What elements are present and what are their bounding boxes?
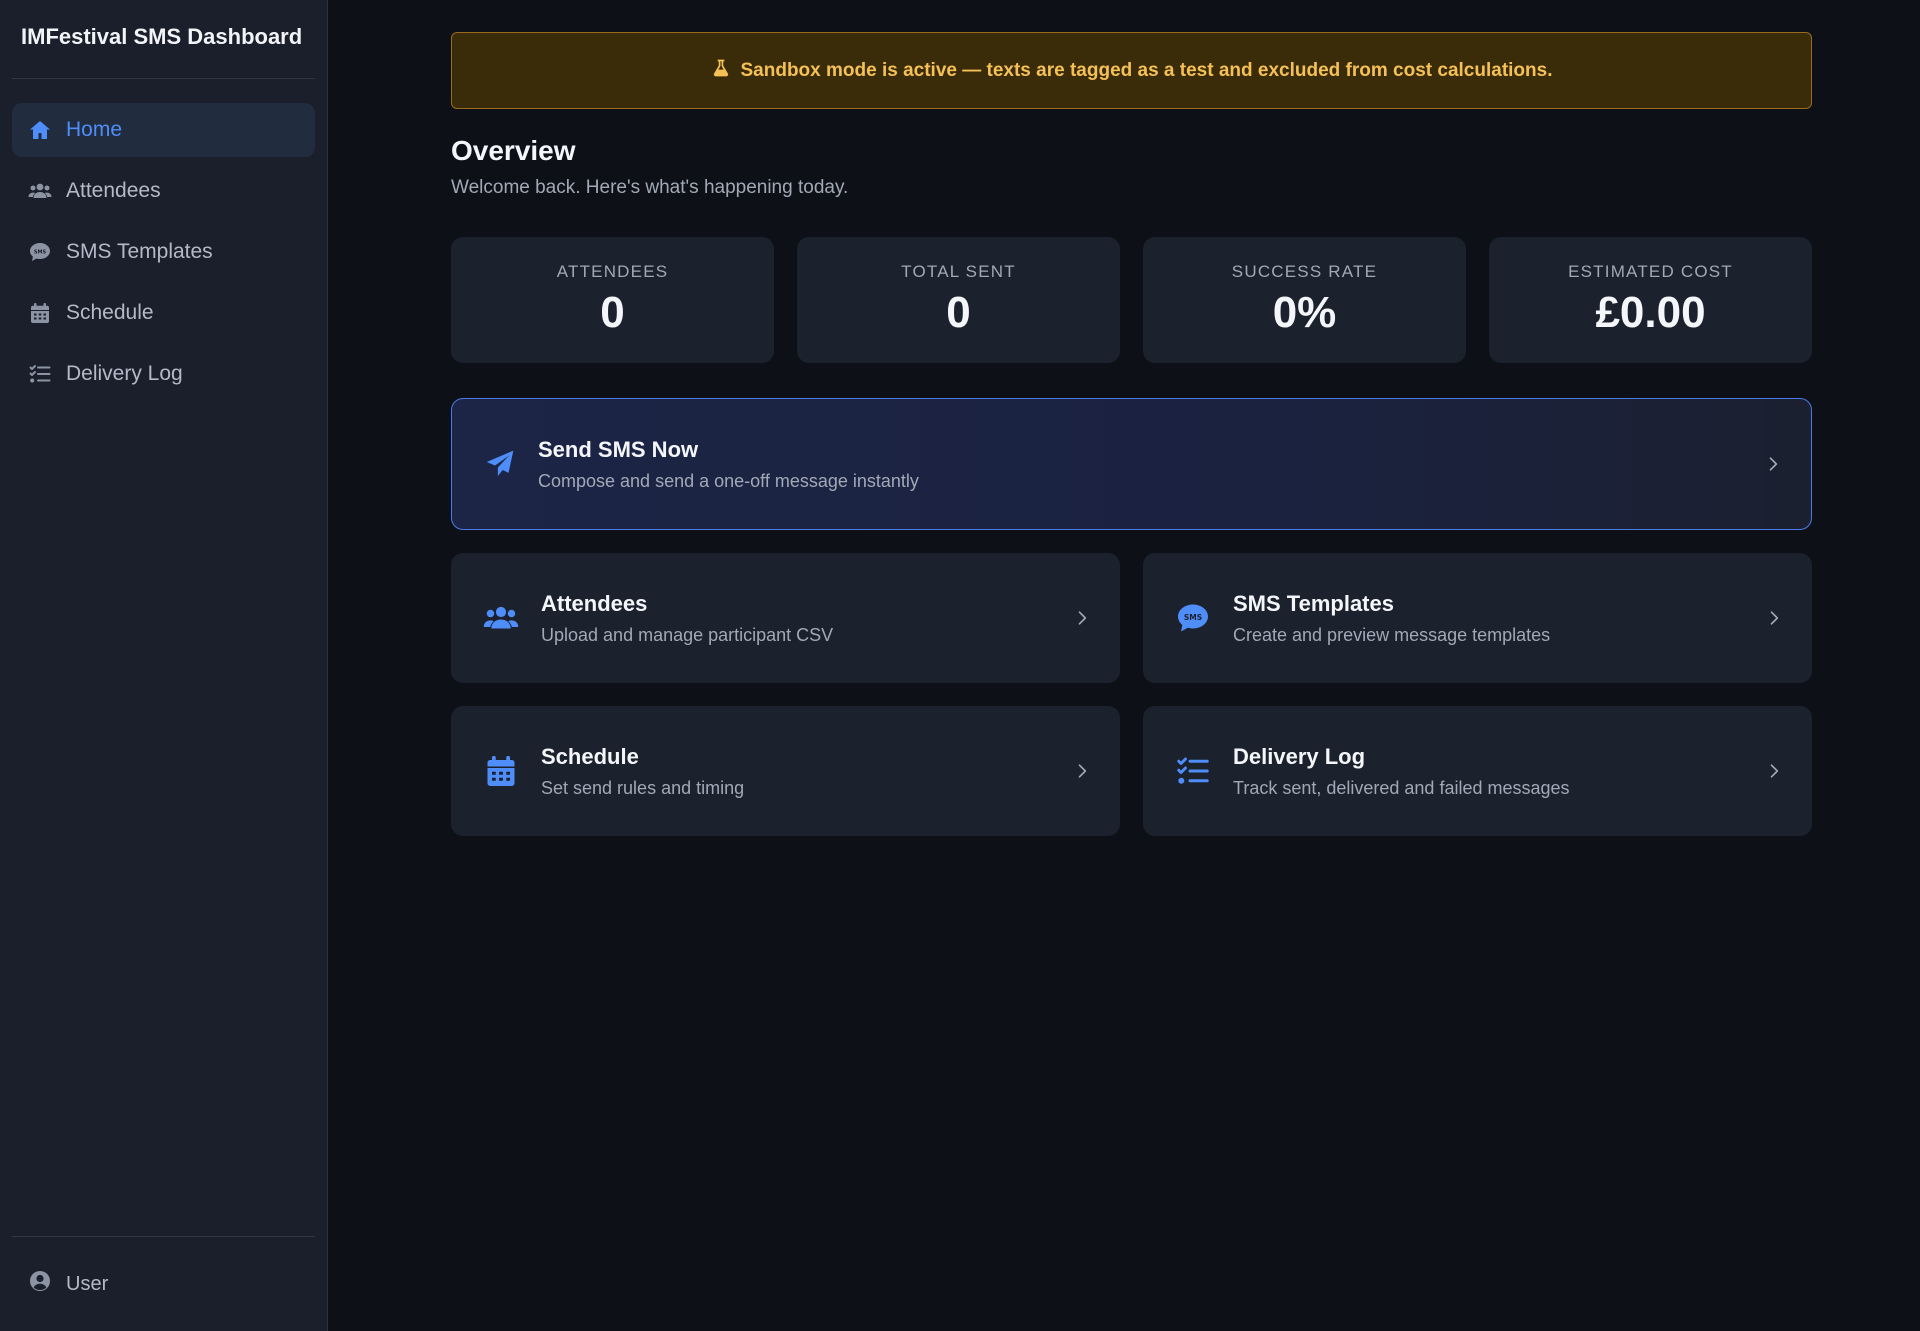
sms-templates-card[interactable]: SMS SMS Templates Create and preview mes… (1143, 553, 1812, 683)
sidebar-item-label: Attendees (66, 179, 161, 202)
page-subtitle: Welcome back. Here's what's happening to… (451, 177, 849, 198)
chevron-right-icon (1763, 454, 1783, 474)
card-description: Compose and send a one-off message insta… (538, 470, 919, 491)
svg-text:SMS: SMS (34, 249, 47, 255)
delivery-log-card[interactable]: Delivery Log Track sent, delivered and f… (1143, 706, 1812, 836)
stat-card-total-sent: TOTAL SENT 0 (797, 237, 1120, 363)
paper-plane-icon (484, 448, 516, 480)
user-circle-icon (28, 1269, 52, 1299)
calendar-icon (28, 301, 52, 325)
stat-card-attendees: ATTENDEES 0 (451, 237, 774, 363)
sidebar-item-sms-templates[interactable]: SMS SMS Templates (12, 225, 315, 279)
app-title: IMFestival SMS Dashboard (12, 0, 315, 79)
chevron-right-icon (1764, 608, 1784, 628)
app-root: IMFestival SMS Dashboard Home Attendees … (0, 0, 1920, 1331)
sidebar-nav: Home Attendees SMS SMS Templates Schedul… (12, 103, 315, 401)
page-title: Overview (451, 135, 576, 166)
stat-label: TOTAL SENT (901, 262, 1016, 281)
flask-icon (711, 58, 731, 84)
chevron-right-icon (1764, 761, 1784, 781)
stat-label: ESTIMATED COST (1568, 262, 1733, 281)
user-menu[interactable]: User (12, 1236, 315, 1331)
sidebar-item-delivery-log[interactable]: Delivery Log (12, 347, 315, 401)
stat-card-success-rate: SUCCESS RATE 0% (1143, 237, 1466, 363)
sidebar-item-label: Schedule (66, 301, 154, 324)
stat-value: 0 (600, 288, 625, 337)
card-description: Create and preview message templates (1233, 624, 1551, 645)
calendar-icon (483, 753, 519, 789)
stat-label: SUCCESS RATE (1231, 262, 1378, 281)
home-icon (28, 118, 52, 142)
card-description: Set send rules and timing (541, 777, 745, 798)
list-check-icon (1175, 753, 1211, 789)
sidebar-item-home[interactable]: Home (12, 103, 315, 157)
chevron-right-icon (1072, 761, 1092, 781)
card-title: SMS Templates (1233, 590, 1394, 616)
user-label: User (66, 1272, 109, 1295)
sms-bubble-icon: SMS (28, 240, 52, 264)
schedule-card[interactable]: Schedule Set send rules and timing (451, 706, 1120, 836)
sandbox-banner: Sandbox mode is active — texts are tagge… (451, 32, 1812, 109)
card-description: Upload and manage participant CSV (541, 624, 834, 645)
quick-links-grid: Attendees Upload and manage participant … (451, 553, 1812, 836)
stat-value: 0 (946, 288, 971, 337)
users-icon (28, 179, 52, 203)
chevron-right-icon (1072, 608, 1092, 628)
stat-label: ATTENDEES (556, 262, 669, 281)
sms-bubble-icon: SMS (1175, 600, 1211, 636)
sidebar-item-label: Delivery Log (66, 362, 183, 385)
send-sms-now-card[interactable]: Send SMS Now Compose and send a one-off … (451, 398, 1812, 530)
sidebar-item-label: Home (66, 118, 123, 141)
sidebar-item-attendees[interactable]: Attendees (12, 164, 315, 218)
attendees-card[interactable]: Attendees Upload and manage participant … (451, 553, 1120, 683)
list-check-icon (28, 362, 52, 386)
stats-row: ATTENDEES 0 TOTAL SENT 0 SUCCESS RATE 0%… (451, 237, 1812, 363)
card-title: Schedule (541, 743, 639, 769)
banner-text: Sandbox mode is active — texts are tagge… (740, 59, 1553, 81)
users-icon (483, 600, 519, 636)
sidebar: IMFestival SMS Dashboard Home Attendees … (0, 0, 328, 1331)
card-description: Track sent, delivered and failed message… (1233, 777, 1570, 798)
sidebar-item-label: SMS Templates (66, 240, 213, 263)
stat-value: £0.00 (1595, 288, 1706, 337)
main-content: Sandbox mode is active — texts are tagge… (328, 0, 1920, 1331)
card-title: Attendees (541, 590, 648, 616)
card-title: Send SMS Now (538, 436, 699, 462)
stat-card-estimated-cost: ESTIMATED COST £0.00 (1489, 237, 1812, 363)
card-title: Delivery Log (1233, 743, 1366, 769)
sidebar-item-schedule[interactable]: Schedule (12, 286, 315, 340)
stat-value: 0% (1272, 288, 1337, 337)
svg-text:SMS: SMS (1184, 613, 1202, 622)
